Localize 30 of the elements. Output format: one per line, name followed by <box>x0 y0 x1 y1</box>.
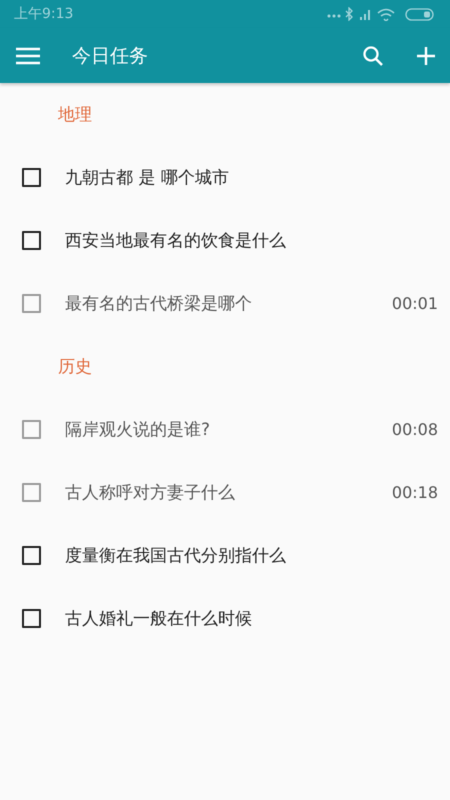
menu-icon <box>16 46 40 64</box>
task-label: 古人婚礼一般在什么时候 <box>65 608 253 630</box>
more-icon <box>328 14 340 18</box>
status-time: 上午9:13 <box>14 5 74 23</box>
checkbox[interactable] <box>22 609 41 628</box>
task-label: 隔岸观火说的是谁? <box>65 419 212 441</box>
task-time: 00:18 <box>392 483 438 502</box>
bluetooth-icon <box>346 7 353 21</box>
signal-icon <box>360 10 370 20</box>
task-time: 00:08 <box>392 420 438 439</box>
battery-icon <box>405 8 434 21</box>
plus-icon <box>416 46 436 66</box>
task-label: 最有名的古代桥梁是哪个 <box>65 293 253 315</box>
screen-title: 今日任务 <box>72 44 149 68</box>
task-row[interactable]: 古人婚礼一般在什么时候 <box>0 587 450 650</box>
task-row[interactable]: 度量衡在我国古代分别指什么 <box>0 524 450 587</box>
section-header: 历史 <box>58 356 92 378</box>
task-time: 00:01 <box>392 294 438 313</box>
wifi-icon <box>377 8 395 21</box>
search-icon <box>362 44 384 66</box>
task-row[interactable]: 西安当地最有名的饮食是什么 <box>0 209 450 272</box>
task-label: 度量衡在我国古代分别指什么 <box>65 545 287 567</box>
task-label: 九朝古都 是 哪个城市 <box>65 167 230 189</box>
task-label: 古人称呼对方妻子什么 <box>65 482 236 504</box>
checkbox[interactable] <box>22 168 41 187</box>
section-header: 地理 <box>58 104 92 126</box>
checkbox[interactable] <box>22 546 41 565</box>
task-row[interactable]: 九朝古都 是 哪个城市 <box>0 146 450 209</box>
checkbox[interactable] <box>22 231 41 250</box>
task-label: 西安当地最有名的饮食是什么 <box>65 230 287 252</box>
